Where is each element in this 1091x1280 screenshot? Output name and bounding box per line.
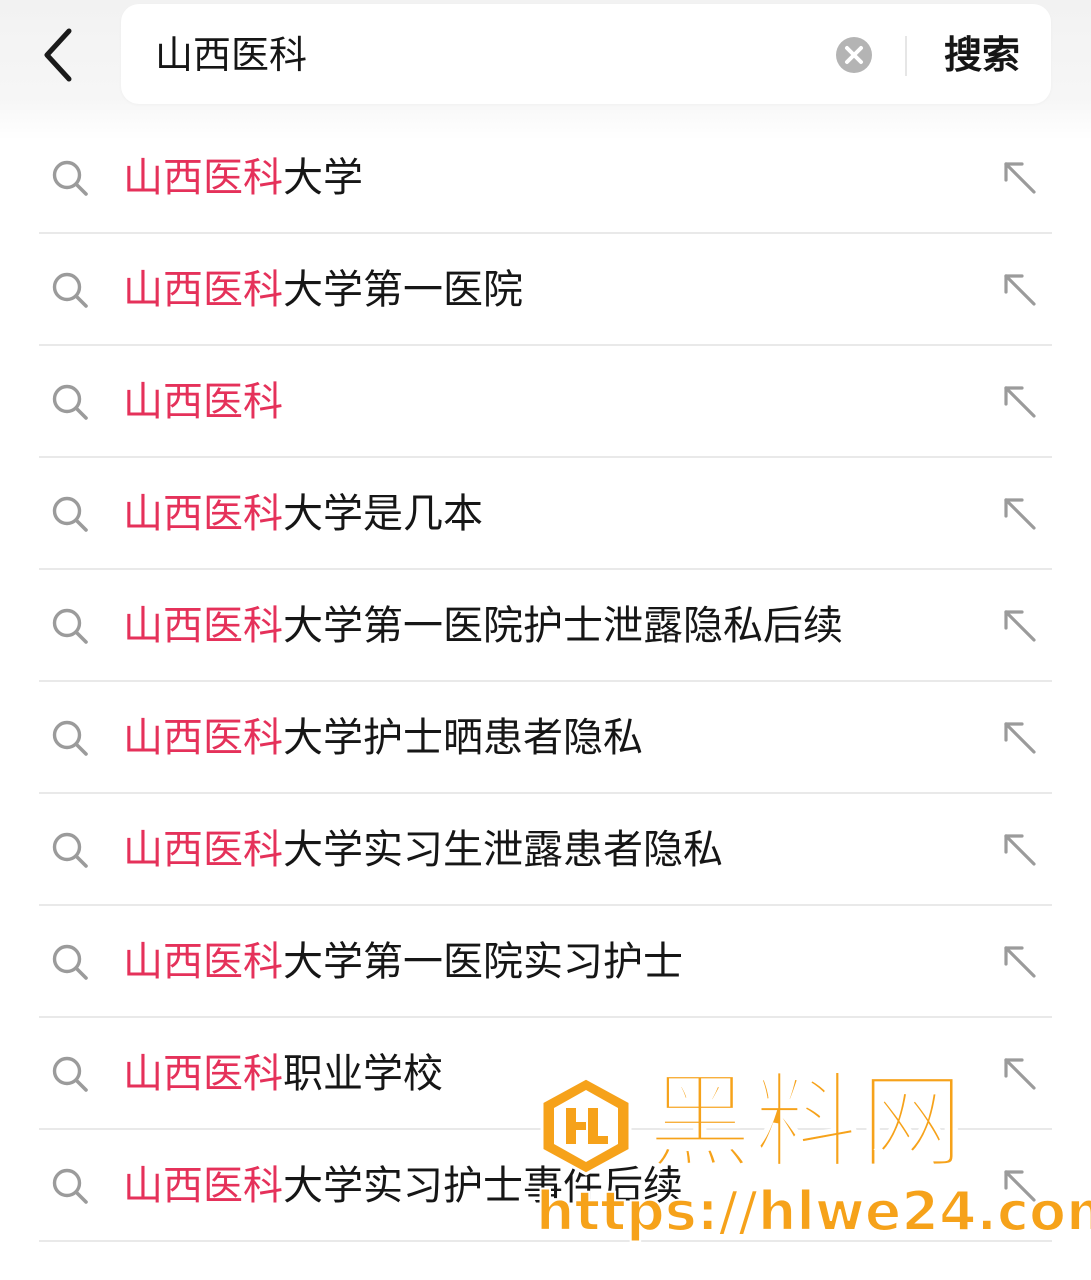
suggestion-match: 山西医科 (123, 1051, 283, 1097)
search-button[interactable]: 搜索 (927, 26, 1037, 84)
search-header: 搜索 (0, 0, 1091, 140)
suggestion-item[interactable]: 山西医科大学实习生泄露患者隐私 (0, 794, 1091, 906)
arrow-up-left-icon[interactable] (1002, 160, 1038, 196)
search-icon (52, 160, 88, 196)
suggestion-divider (39, 1240, 1052, 1242)
arrow-up-left-icon[interactable] (1002, 1056, 1038, 1092)
suggestion-text: 山西医科大学第一医院护士泄露隐私后续 (123, 598, 843, 654)
suggestion-item[interactable]: 山西医科 (0, 346, 1091, 458)
search-input[interactable] (155, 28, 805, 82)
arrow-up-left-icon[interactable] (1002, 720, 1038, 756)
suggestion-text: 山西医科大学护士晒患者隐私 (123, 710, 643, 766)
suggestion-item[interactable]: 山西医科大学实习护士事件后续 (0, 1130, 1091, 1242)
arrow-up-left-icon[interactable] (1002, 1168, 1038, 1204)
clear-circle-icon (836, 37, 872, 73)
back-button[interactable] (28, 20, 88, 90)
suggestion-item[interactable]: 山西医科大学护士晒患者隐私 (0, 682, 1091, 794)
suggestion-item[interactable]: 山西医科职业学校 (0, 1018, 1091, 1130)
suggestion-text: 山西医科大学实习护士事件后续 (123, 1158, 683, 1214)
suggestion-match: 山西医科 (123, 939, 283, 985)
search-box: 搜索 (121, 4, 1051, 104)
suggestion-match: 山西医科 (123, 715, 283, 761)
suggestion-text: 山西医科大学第一医院 (123, 262, 523, 318)
search-icon (52, 720, 88, 756)
suggestion-rest: 大学实习生泄露患者隐私 (283, 827, 723, 873)
suggestion-match: 山西医科 (123, 827, 283, 873)
search-icon (52, 1168, 88, 1204)
suggestion-text: 山西医科职业学校 (123, 1046, 443, 1102)
arrow-up-left-icon[interactable] (1002, 496, 1038, 532)
suggestion-text: 山西医科大学实习生泄露患者隐私 (123, 822, 723, 878)
arrow-up-left-icon[interactable] (1002, 944, 1038, 980)
suggestion-match: 山西医科 (123, 491, 283, 537)
suggestion-text: 山西医科 (123, 374, 283, 430)
suggestion-list: 山西医科大学 山西医科大学第一医院 山西医科 山西医科大学是几本 山西医科大学第一医院护… (0, 122, 1091, 1242)
suggestion-rest: 大学护士晒患者隐私 (283, 715, 643, 761)
suggestion-text: 山西医科大学是几本 (123, 486, 483, 542)
search-icon (52, 1056, 88, 1092)
suggestion-item[interactable]: 山西医科大学第一医院 (0, 234, 1091, 346)
arrow-up-left-icon[interactable] (1002, 384, 1038, 420)
arrow-up-left-icon[interactable] (1002, 272, 1038, 308)
search-divider (905, 36, 907, 76)
arrow-up-left-icon[interactable] (1002, 832, 1038, 868)
search-icon (52, 384, 88, 420)
search-icon (52, 608, 88, 644)
suggestion-rest: 大学实习护士事件后续 (283, 1163, 683, 1209)
suggestion-text: 山西医科大学 (123, 150, 363, 206)
suggestion-item[interactable]: 山西医科大学第一医院实习护士 (0, 906, 1091, 1018)
suggestion-match: 山西医科 (123, 379, 283, 425)
search-icon (52, 272, 88, 308)
suggestion-rest: 职业学校 (283, 1051, 443, 1097)
suggestion-match: 山西医科 (123, 603, 283, 649)
suggestion-match: 山西医科 (123, 155, 283, 201)
suggestion-rest: 大学第一医院 (283, 267, 523, 313)
suggestion-rest: 大学 (283, 155, 363, 201)
suggestion-rest: 大学第一医院实习护士 (283, 939, 683, 985)
clear-button[interactable] (835, 36, 873, 74)
suggestion-match: 山西医科 (123, 267, 283, 313)
search-icon (52, 944, 88, 980)
suggestion-rest: 大学第一医院护士泄露隐私后续 (283, 603, 843, 649)
chevron-left-icon (44, 28, 72, 82)
suggestion-item[interactable]: 山西医科大学是几本 (0, 458, 1091, 570)
suggestion-item[interactable]: 山西医科大学第一医院护士泄露隐私后续 (0, 570, 1091, 682)
suggestion-text: 山西医科大学第一医院实习护士 (123, 934, 683, 990)
suggestion-item[interactable]: 山西医科大学 (0, 122, 1091, 234)
arrow-up-left-icon[interactable] (1002, 608, 1038, 644)
search-suggestion-page: 搜索 山西医科大学山西医科大学第一医院山西医科山西医科大学是几本山西医科大学第一… (0, 0, 1091, 1280)
search-icon (52, 832, 88, 868)
suggestion-rest: 大学是几本 (283, 491, 483, 537)
suggestion-match: 山西医科 (123, 1163, 283, 1209)
search-icon (52, 496, 88, 532)
